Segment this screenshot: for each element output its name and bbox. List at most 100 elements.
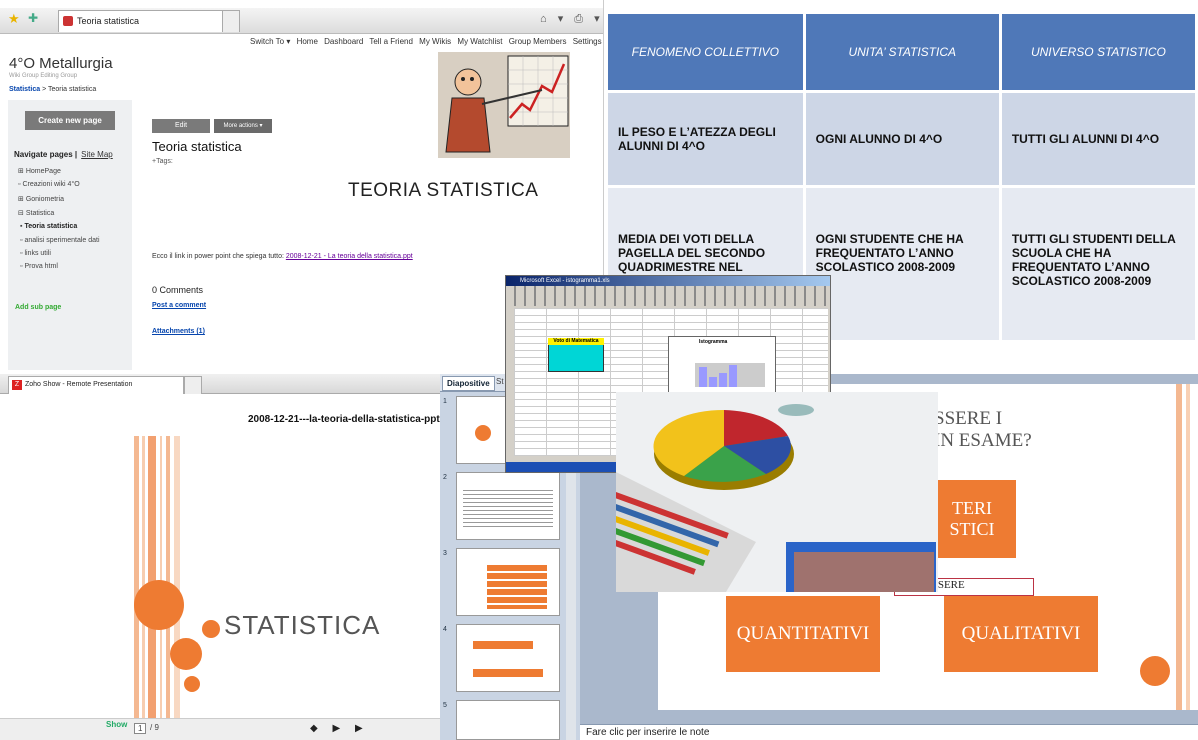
notes-pane[interactable]: Fare clic per inserire le note [580,724,1198,740]
tags-label[interactable]: +Tags: [152,158,173,165]
pie-chart-photo [616,392,938,592]
zoho-show-logo: Show [106,720,128,729]
pie-chart-illustration [616,404,936,592]
breadcrumb-link-statistica[interactable]: Statistica [9,86,40,93]
page-total: / 9 [150,723,159,732]
table-header: UNIVERSO STATISTICO [1000,14,1198,92]
new-tab-button[interactable] [184,376,202,394]
expand-icon[interactable]: ⊞ [18,196,24,203]
sidebar-item-statistica[interactable]: ⊟ Statistica [18,209,54,217]
nav-settings[interactable]: Settings [573,37,602,46]
excel-table-header: Voto di Matematica [548,338,604,345]
browser-tab-title: Teoria statistica [77,16,140,26]
histogram-bar [699,367,707,387]
slide-stripe [1186,384,1190,710]
sidebar-item-label: Statistica [25,210,55,217]
histogram-bar [719,373,727,387]
browser-tab-teoria[interactable]: Teoria statistica [58,10,223,32]
tab-struttura[interactable]: St [496,377,504,386]
sidebar-item-creazioni[interactable]: ▫ Creazioni wiki 4°O [18,181,80,188]
sidebar-item-prova-html[interactable]: ▫ Prova html [20,263,58,270]
attachments-link[interactable]: Attachments (1) [152,328,205,335]
edit-button[interactable]: Edit [152,119,210,133]
slide-nav-buttons[interactable]: ◆ ▶ ▶ [310,723,369,734]
ppt-link-intro: Ecco il link in power point che spiega t… [152,253,286,260]
thumb-number: 5 [443,702,447,709]
excel-histogram: Istogramma [668,336,776,398]
site-subtitle: Wiki Group Editing Group [9,73,78,79]
thumb-number: 2 [443,474,447,481]
expand-icon[interactable]: ⊞ [18,168,24,175]
thumb-orange-bars [487,565,547,609]
zoho-footer [0,718,440,740]
slide-thumbnail[interactable] [456,548,560,616]
table-row: IL PESO E L’ATEZZA DEGLI ALUNNI DI 4^O O… [608,90,1198,187]
nav-group-members[interactable]: Group Members [509,37,567,46]
bullet-icon: ▫ [20,237,23,244]
table-cell: TUTTI GLI ALUNNI DI 4^O [1000,90,1198,187]
nav-switch-to[interactable]: Switch To ▾ [250,37,290,46]
slide-question-line1: SSERE I [934,408,1003,429]
browser-tab-zoho[interactable]: Z Zoho Show - Remote Presentation [8,376,184,394]
favorites-star-icon[interactable]: ★ [8,11,20,27]
table-cell: OGNI ALUNNO DI 4^O [804,90,1002,187]
quantitativi-box: QUANTITATIVI [726,596,880,672]
zoho-tab-title: Zoho Show - Remote Presentation [25,381,133,388]
create-new-page-button[interactable]: Create new page [25,111,115,130]
site-map-link[interactable]: Site Map [81,150,113,159]
add-favorite-icon[interactable]: ✚ [28,11,38,25]
excel-toolbar[interactable] [506,286,830,306]
nav-my-watchlist[interactable]: My Watchlist [457,37,502,46]
cartoon-illustration [445,55,569,153]
bullet-icon: ▫ [20,250,23,257]
presentation-filename: 2008-12-21---la-teoria-della-statistica-… [248,414,440,425]
sidebar-item-links-utili[interactable]: ▫ links utili [20,250,51,257]
thumb-number: 1 [443,398,447,405]
wiki-favicon-icon [63,16,73,26]
wiki-top-nav: Switch To ▾ Home Dashboard Tell a Friend… [250,37,603,46]
table-cell: IL PESO E L’ATEZZA DEGLI ALUNNI DI 4^O [608,90,806,187]
slide-stripe [1176,384,1182,710]
post-comment-link[interactable]: Post a comment [152,302,206,309]
sidebar-item-teoria-statistica[interactable]: ▪ Teoria statistica [20,223,77,230]
orange-circle [1140,656,1170,686]
bullet-icon: ▪ [20,223,23,230]
sidebar-item-label: Prova html [24,263,58,270]
sidebar-item-goniometria[interactable]: ⊞ Goniometria [18,195,64,203]
statistician-cartoon-image [438,52,570,158]
new-tab-button[interactable] [222,10,240,32]
thumb-number: 4 [443,626,447,633]
ppt-file-link[interactable]: 2008-12-21 - La teoria della statistica.… [286,253,413,260]
sidebar-item-label: analisi sperimentale dati [24,237,100,244]
slide-thumbnail[interactable] [456,624,560,692]
slide-thumbnail[interactable] [456,472,560,540]
thumb-text-lines [463,487,553,527]
nav-dashboard[interactable]: Dashboard [324,37,363,46]
breadcrumb-current: > Teoria statistica [40,86,97,93]
nav-tell-friend[interactable]: Tell a Friend [369,37,413,46]
slide-stripe [148,436,156,718]
orange-circle [134,580,184,630]
page-title: Teoria statistica [152,139,242,154]
criteria-box: TERI STICI [928,480,1016,558]
nav-my-wikis[interactable]: My Wikis [419,37,451,46]
orange-circle [184,676,200,692]
slide-stripe [160,436,162,718]
slide-stripe [166,436,170,718]
sidebar-item-analisi[interactable]: ▫ analisi sperimentale dati [20,237,100,244]
add-sub-page-link[interactable]: Add sub page [15,304,61,311]
zoho-tab-bar: Z Zoho Show - Remote Presentation [0,374,440,394]
left-sidebar [8,100,132,370]
slide-thumbnail[interactable] [456,700,560,740]
page-number-input[interactable]: 1 [134,723,147,734]
browser-toolbar-icons[interactable]: ⌂ ▾ ⎙ ▾ [540,12,603,26]
more-actions-button[interactable]: More actions ▾ [214,119,272,133]
ppt-link-paragraph: Ecco il link in power point che spiega t… [152,253,413,260]
collapse-icon[interactable]: ⊟ [18,210,24,217]
slide-stripe [142,436,145,718]
sidebar-item-homepage[interactable]: ⊞ HomePage [18,167,61,175]
tab-diapositive[interactable]: Diapositive [442,376,495,391]
nav-home[interactable]: Home [297,37,318,46]
navigate-pages-label: Navigate pages [14,150,73,159]
site-title[interactable]: 4°O Metallurgia [9,55,113,72]
